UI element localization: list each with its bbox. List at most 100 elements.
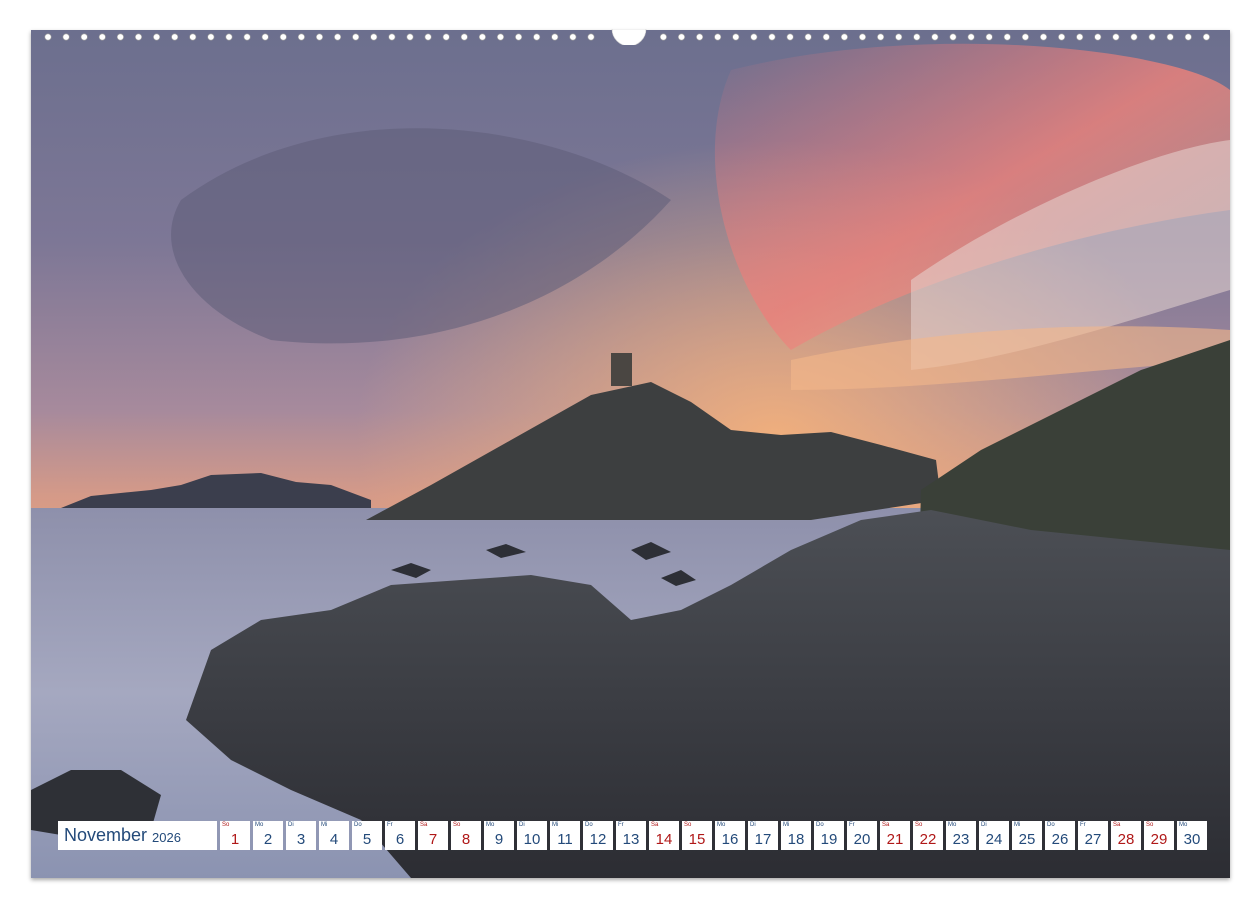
day-cell: So 8 — [451, 821, 481, 850]
day-cell: Fr 27 — [1078, 821, 1108, 850]
binding-hole — [153, 33, 161, 41]
day-cell: So 22 — [913, 821, 943, 850]
calendar-photo — [31, 30, 1230, 878]
binding-hole — [261, 33, 269, 41]
binding-hole — [135, 33, 143, 41]
binding-hole — [840, 33, 848, 41]
day-number: 17 — [754, 831, 772, 848]
binding-hole — [714, 33, 722, 41]
binding-hole — [80, 33, 88, 41]
hanger-notch — [611, 29, 647, 45]
day-cell: Di 17 — [748, 821, 778, 850]
month-label-box: November 2026 — [58, 821, 217, 850]
day-cell: Sa 7 — [418, 821, 448, 850]
day-cell: Sa 21 — [880, 821, 910, 850]
binding-hole — [895, 33, 903, 41]
day-number: 1 — [230, 831, 240, 848]
day-number: 30 — [1183, 831, 1201, 848]
day-number: 19 — [820, 831, 838, 848]
binding-hole — [1058, 33, 1066, 41]
day-number: 5 — [362, 831, 372, 848]
weekday-label: Di — [288, 822, 294, 828]
day-number: 11 — [557, 831, 573, 848]
binding-hole — [877, 33, 885, 41]
day-number: 14 — [655, 831, 673, 848]
binding-hole — [696, 33, 704, 41]
binding-hole — [1112, 33, 1120, 41]
day-cell: Mo 16 — [715, 821, 745, 850]
day-cell: Mi 18 — [781, 821, 811, 850]
binding-hole — [822, 33, 830, 41]
day-cell: Mo 30 — [1177, 821, 1207, 850]
days-row: So 1 Mo 2 Di 3 Mi 4 Do 5 Fr 6 Sa 7 So 8 Mo 9 Di 10 Mi 11 Do 12 F… — [220, 821, 1207, 850]
weekday-label: Di — [750, 822, 756, 828]
binding-hole — [406, 33, 414, 41]
day-cell: Di 10 — [517, 821, 547, 850]
weekday-label: So — [684, 822, 692, 828]
day-number: 12 — [589, 831, 607, 848]
binding-hole — [189, 33, 197, 41]
binding-hole — [352, 33, 360, 41]
weekday-label: Sa — [420, 822, 428, 828]
day-cell: Mo 9 — [484, 821, 514, 850]
binding-hole — [569, 33, 577, 41]
day-cell: Fr 20 — [847, 821, 877, 850]
calendar-bar: November 2026 So 1 Mo 2 Di 3 Mi 4 Do 5 Fr 6 Sa 7 So 8 Mo… — [58, 821, 1207, 850]
binding-hole — [659, 33, 667, 41]
weekday-label: Fr — [849, 822, 855, 828]
binding-hole — [949, 33, 957, 41]
weekday-label: Mo — [717, 822, 726, 828]
binding-hole — [515, 33, 523, 41]
day-number: 27 — [1084, 831, 1102, 848]
day-number: 3 — [296, 831, 306, 848]
binding-hole — [1076, 33, 1084, 41]
weekday-label: Mo — [948, 822, 957, 828]
day-cell: Di 3 — [286, 821, 316, 850]
binding-hole — [370, 33, 378, 41]
tower — [611, 353, 632, 386]
binding-hole — [1094, 33, 1102, 41]
sunset-landscape-image — [31, 30, 1230, 878]
day-number: 20 — [853, 831, 871, 848]
day-number: 22 — [919, 831, 937, 848]
weekday-label: Mi — [321, 822, 328, 828]
day-cell: Fr 6 — [385, 821, 415, 850]
binding-hole — [533, 33, 541, 41]
day-number: 23 — [952, 831, 970, 848]
day-number: 10 — [523, 831, 541, 848]
weekday-label: Di — [519, 822, 525, 828]
day-number: 18 — [787, 831, 805, 848]
day-number: 24 — [985, 831, 1003, 848]
binding-hole — [225, 33, 233, 41]
binding-hole — [62, 33, 70, 41]
weekday-label: Mo — [1179, 822, 1188, 828]
weekday-label: So — [915, 822, 923, 828]
binding-hole — [768, 33, 776, 41]
binding-hole — [388, 33, 396, 41]
binding-hole — [967, 33, 975, 41]
weekday-label: So — [222, 822, 230, 828]
day-cell: Sa 14 — [649, 821, 679, 850]
weekday-label: So — [453, 822, 461, 828]
day-number: 15 — [688, 831, 706, 848]
day-number: 26 — [1051, 831, 1069, 848]
day-cell: Di 24 — [979, 821, 1009, 850]
day-cell: Mi 11 — [550, 821, 580, 850]
binding-hole — [1202, 33, 1210, 41]
weekday-label: Sa — [651, 822, 659, 828]
wire-binding — [44, 29, 1210, 45]
weekday-label: Sa — [882, 822, 890, 828]
day-cell: So 1 — [220, 821, 250, 850]
day-cell: Sa 28 — [1111, 821, 1141, 850]
weekday-label: Mi — [783, 822, 790, 828]
day-cell: Mo 2 — [253, 821, 283, 850]
binding-hole — [1003, 33, 1011, 41]
day-cell: Do 19 — [814, 821, 844, 850]
binding-hole — [1184, 33, 1192, 41]
day-number: 4 — [329, 831, 339, 848]
weekday-label: Do — [585, 822, 593, 828]
day-number: 29 — [1150, 831, 1168, 848]
year: 2026 — [152, 829, 181, 845]
binding-hole — [334, 33, 342, 41]
binding-hole — [1021, 33, 1029, 41]
